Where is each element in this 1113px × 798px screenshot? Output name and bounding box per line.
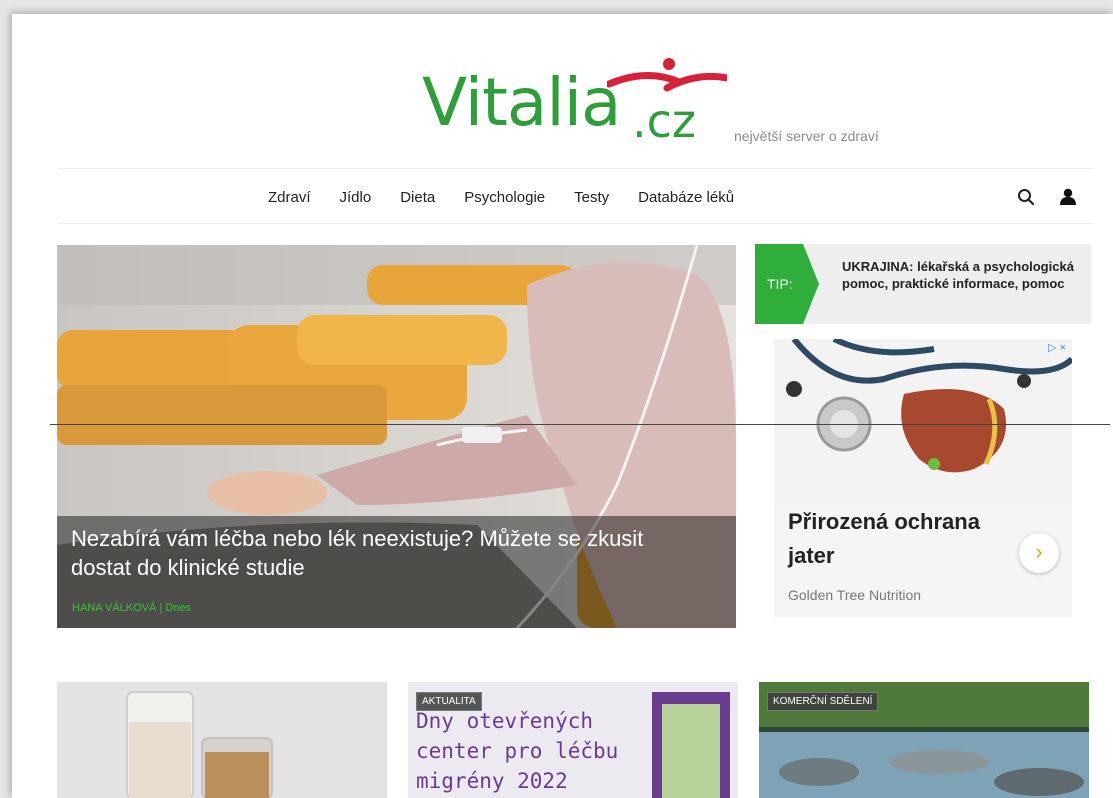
hero-article[interactable]: Nezabírá vám léčba nebo lék neexistuje? … <box>57 245 736 628</box>
overlay-divider-line <box>50 424 1110 425</box>
tip-text[interactable]: UKRAJINA: lékařská a psychologická pomoc… <box>842 258 1082 292</box>
card-1-image <box>57 682 387 798</box>
ad-sponsor: Golden Tree Nutrition <box>788 587 922 603</box>
hero-title[interactable]: Nezabírá vám léčba nebo lék neexistuje? … <box>71 524 691 582</box>
user-icon[interactable] <box>1058 187 1078 207</box>
nav-item-testy[interactable]: Testy <box>574 189 609 206</box>
hero-date: Dnes <box>165 602 192 614</box>
nav-item-databaze-leku[interactable]: Databáze léků <box>638 189 734 206</box>
article-card-3[interactable]: KOMERČNÍ SDĚLENÍ <box>759 682 1089 798</box>
card-2-title[interactable]: Dny otevřených center pro léčbu migrény … <box>416 706 646 796</box>
page: Vitalia .cz největší server o zdraví Zdr… <box>12 14 1113 798</box>
nav-item-jidlo[interactable]: Jídlo <box>340 189 372 206</box>
nav-item-zdravi[interactable]: Zdraví <box>268 189 311 206</box>
hero-author[interactable]: HANA VÁLKOVÁ <box>72 602 156 614</box>
logo-tld: .cz <box>632 94 697 148</box>
article-card-2[interactable]: AKTUALITA Dny otevřených center pro léčb… <box>408 682 738 798</box>
search-icon[interactable] <box>1016 187 1036 207</box>
ad-title[interactable]: Přirozená ochrana jater <box>788 505 1008 573</box>
hero-meta: HANA VÁLKOVÁ | Dnes <box>72 602 191 614</box>
logo-text: Vitalia <box>422 64 621 141</box>
nav-item-dieta[interactable]: Dieta <box>400 189 435 206</box>
article-card-1[interactable] <box>57 682 387 798</box>
ad-banner[interactable]: ▷ × Přirozená ochrana jater › Golden Tre… <box>774 339 1072 617</box>
hero-meta-separator: | <box>159 602 163 614</box>
ad-image <box>774 339 1072 504</box>
tip-box[interactable]: TIP: UKRAJINA: lékařská a psychologická … <box>755 244 1091 324</box>
ad-arrow-icon[interactable]: › <box>1019 533 1059 573</box>
tip-label: TIP: <box>767 276 793 292</box>
nav-item-psychologie[interactable]: Psychologie <box>464 189 545 206</box>
ad-choices-icon[interactable]: ▷ × <box>1048 341 1066 354</box>
main-nav: Zdraví Jídlo Dieta Psychologie Testy Dat… <box>58 168 1092 224</box>
card-3-badge: KOMERČNÍ SDĚLENÍ <box>767 692 879 711</box>
tagline: největší server o zdraví <box>734 128 879 144</box>
